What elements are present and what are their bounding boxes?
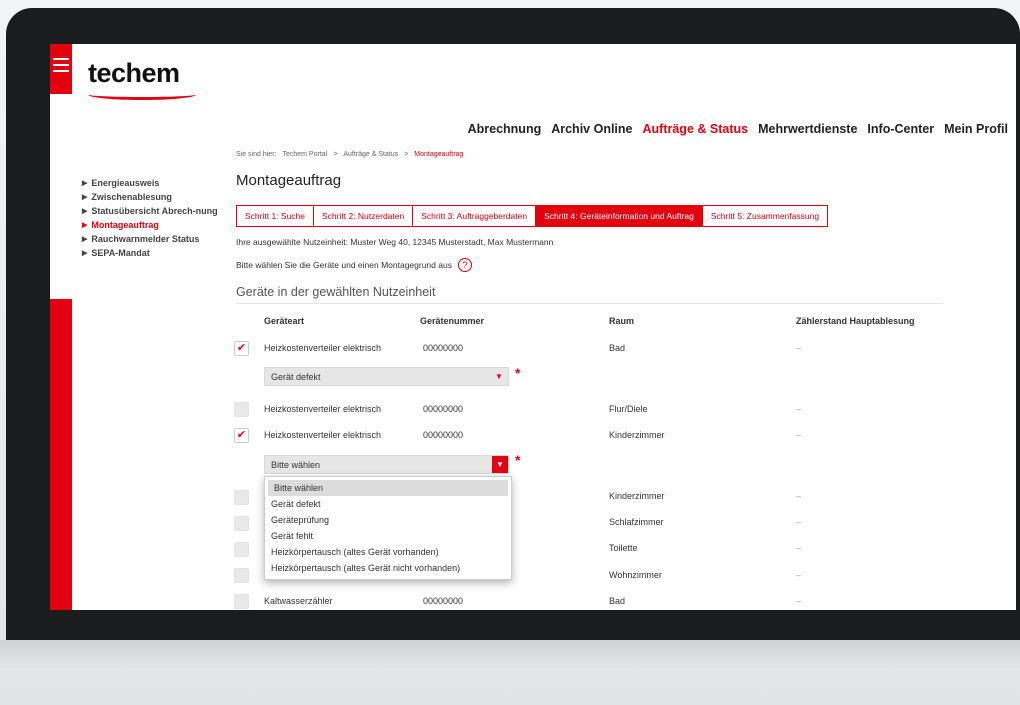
triangle-right-icon: ▶ [82, 208, 88, 215]
sidebar-item-montageauftrag[interactable]: ▶ Montageauftrag [82, 220, 232, 231]
table-cell-room: Bad [609, 596, 626, 606]
table-cell-room: Flur/Diele [609, 404, 648, 414]
breadcrumb-separator: > [404, 151, 409, 158]
page-title: Montageauftrag [236, 172, 342, 189]
instruction-line: Bitte wählen Sie die Geräte und einen Mo… [236, 258, 472, 272]
column-header-zaehlerstand: Zählerstand Hauptablesung [796, 316, 915, 326]
menu-bar[interactable] [50, 44, 72, 94]
sidebar: ▶ Energieausweis ▶ Zwischenablesung ▶ Statu… [82, 178, 232, 262]
red-side-bar [50, 299, 72, 610]
column-header-raum: Raum [609, 316, 635, 326]
breadcrumb-item-portal[interactable]: Techem Portal [282, 151, 327, 158]
row-checkbox[interactable] [234, 402, 249, 417]
row-checkbox[interactable]: ✔ [234, 428, 249, 443]
sidebar-item-rauchwarnmelder[interactable]: ▶ Rauchwarnmelder Status [82, 234, 232, 245]
table-cell-reading: – [796, 404, 802, 414]
triangle-right-icon: ▶ [82, 194, 88, 201]
tab-step-5[interactable]: Schritt 5: Zusammenfassung [703, 206, 827, 226]
breadcrumb-prefix: Sie sind hier: [236, 151, 277, 158]
column-header-geraeteart: Geräteart [264, 316, 305, 326]
table-cell-reading: – [796, 430, 802, 440]
table-cell-number: 00000000 [423, 343, 464, 353]
table-cell-reading: – [796, 343, 802, 353]
tab-step-2[interactable]: Schritt 2: Nutzerdaten [314, 206, 414, 226]
table-cell-type: Heizkostenverteiler elektrisch [264, 430, 382, 440]
laptop-base [0, 640, 1020, 670]
breadcrumb-current: Montageauftrag [414, 151, 464, 158]
table-cell-type: Kaltwasserzähler [264, 596, 333, 606]
table-cell-type: Heizkostenverteiler elektrisch [264, 404, 382, 414]
instruction-text: Bitte wählen Sie die Geräte und einen Mo… [236, 260, 452, 270]
nav-auftraege-status[interactable]: Aufträge & Status [643, 122, 749, 136]
checkmark-icon: ✔ [236, 429, 247, 441]
reason-select-open[interactable]: Bitte wählen ▼ [264, 455, 509, 474]
nav-mein-profil[interactable]: Mein Profil [944, 122, 1008, 136]
table-cell-number: 00000000 [423, 430, 464, 440]
row-checkbox[interactable] [234, 594, 249, 609]
hamburger-icon[interactable] [53, 58, 69, 76]
table-cell-reading: – [796, 596, 802, 606]
step-tabs: Schritt 1: Suche Schritt 2: Nutzerdaten … [236, 205, 829, 227]
tab-step-1[interactable]: Schritt 1: Suche [237, 206, 315, 226]
table-cell-room: Bad [609, 343, 626, 353]
table-cell-reading: – [796, 543, 802, 553]
dropdown-option[interactable]: Gerät defekt [265, 496, 511, 512]
table-cell-number: 00000000 [423, 596, 464, 606]
top-navigation: Abrechnung Archiv Online Aufträge & Stat… [468, 122, 1008, 136]
table-cell-room: Schlafzimmer [609, 517, 664, 527]
tab-step-4[interactable]: Schritt 4: Geräteinformation und Auftrag [536, 206, 703, 226]
dropdown-option[interactable]: Bitte wählen [268, 480, 508, 496]
row-checkbox[interactable] [234, 516, 249, 531]
row-checkbox[interactable] [234, 542, 249, 557]
table-cell-reading: – [796, 491, 802, 501]
sidebar-item-energieausweis[interactable]: ▶ Energieausweis [82, 178, 232, 189]
triangle-right-icon: ▶ [82, 222, 88, 229]
reason-dropdown-menu: Bitte wählen Gerät defekt Geräteprüfung … [264, 476, 512, 580]
dropdown-option[interactable]: Gerät fehlt [265, 528, 511, 544]
triangle-right-icon: ▶ [82, 250, 88, 257]
dropdown-option[interactable]: Heizkörpertausch (altes Gerät vorhanden) [265, 544, 511, 560]
table-cell-room: Toilette [609, 543, 638, 553]
reason-select-value: Bitte wählen [271, 460, 321, 470]
section-title: Geräte in der gewählten Nutzeinheit [236, 285, 943, 304]
chevron-down-icon[interactable]: ▼ [492, 456, 508, 473]
help-icon[interactable]: ? [457, 258, 472, 272]
table-cell-reading: – [796, 517, 802, 527]
row-checkbox[interactable]: ✔ [234, 341, 249, 356]
reason-select[interactable]: Gerät defekt ▼ [264, 367, 509, 386]
reason-select-value: Gerät defekt [271, 372, 321, 382]
table-cell-room: Kinderzimmer [609, 430, 665, 440]
row-checkbox[interactable] [234, 568, 249, 583]
sidebar-item-statusuebersicht[interactable]: ▶ Statusübersicht Abrech-nung [82, 206, 232, 217]
required-marker: * [515, 452, 521, 468]
column-header-geraetenummer: Gerätenummer [420, 316, 485, 326]
tab-step-3[interactable]: Schritt 3: Auftraggeberdaten [413, 206, 537, 226]
triangle-right-icon: ▶ [82, 180, 88, 187]
table-cell-room: Wohnzimmer [609, 570, 662, 580]
sidebar-item-zwischenablesung[interactable]: ▶ Zwischenablesung [82, 192, 232, 203]
sidebar-item-sepa-mandat[interactable]: ▶ SEPA-Mandat [82, 248, 232, 259]
required-marker: * [515, 365, 521, 381]
browser-screen: techem Abrechnung Archiv Online Aufträge… [50, 44, 1016, 610]
table-cell-number: 00000000 [423, 404, 464, 414]
dropdown-option[interactable]: Geräteprüfung [265, 512, 511, 528]
nav-mehrwertdienste[interactable]: Mehrwertdienste [758, 122, 857, 136]
checkmark-icon: ✔ [236, 342, 247, 354]
table-cell-reading: – [796, 570, 802, 580]
nav-archiv-online[interactable]: Archiv Online [551, 122, 632, 136]
nav-info-center[interactable]: Info-Center [867, 122, 934, 136]
table-cell-type: Heizkostenverteiler elektrisch [264, 343, 382, 353]
selected-unit-info: Ihre ausgewählte Nutzeinheit: Muster Weg… [236, 237, 554, 247]
techem-logo[interactable]: techem [88, 58, 180, 89]
dropdown-option[interactable]: Heizkörpertausch (altes Gerät nicht vorh… [265, 560, 511, 576]
logo-swoosh [88, 89, 196, 100]
table-cell-room: Kinderzimmer [609, 491, 665, 501]
triangle-right-icon: ▶ [82, 236, 88, 243]
chevron-down-icon[interactable]: ▼ [493, 371, 505, 382]
row-checkbox[interactable] [234, 490, 249, 505]
nav-abrechnung[interactable]: Abrechnung [468, 122, 542, 136]
breadcrumb-item-auftraege[interactable]: Aufträge & Status [343, 151, 398, 158]
breadcrumb-separator: > [333, 151, 338, 158]
breadcrumb: Sie sind hier: Techem Portal > Aufträge … [236, 151, 463, 158]
